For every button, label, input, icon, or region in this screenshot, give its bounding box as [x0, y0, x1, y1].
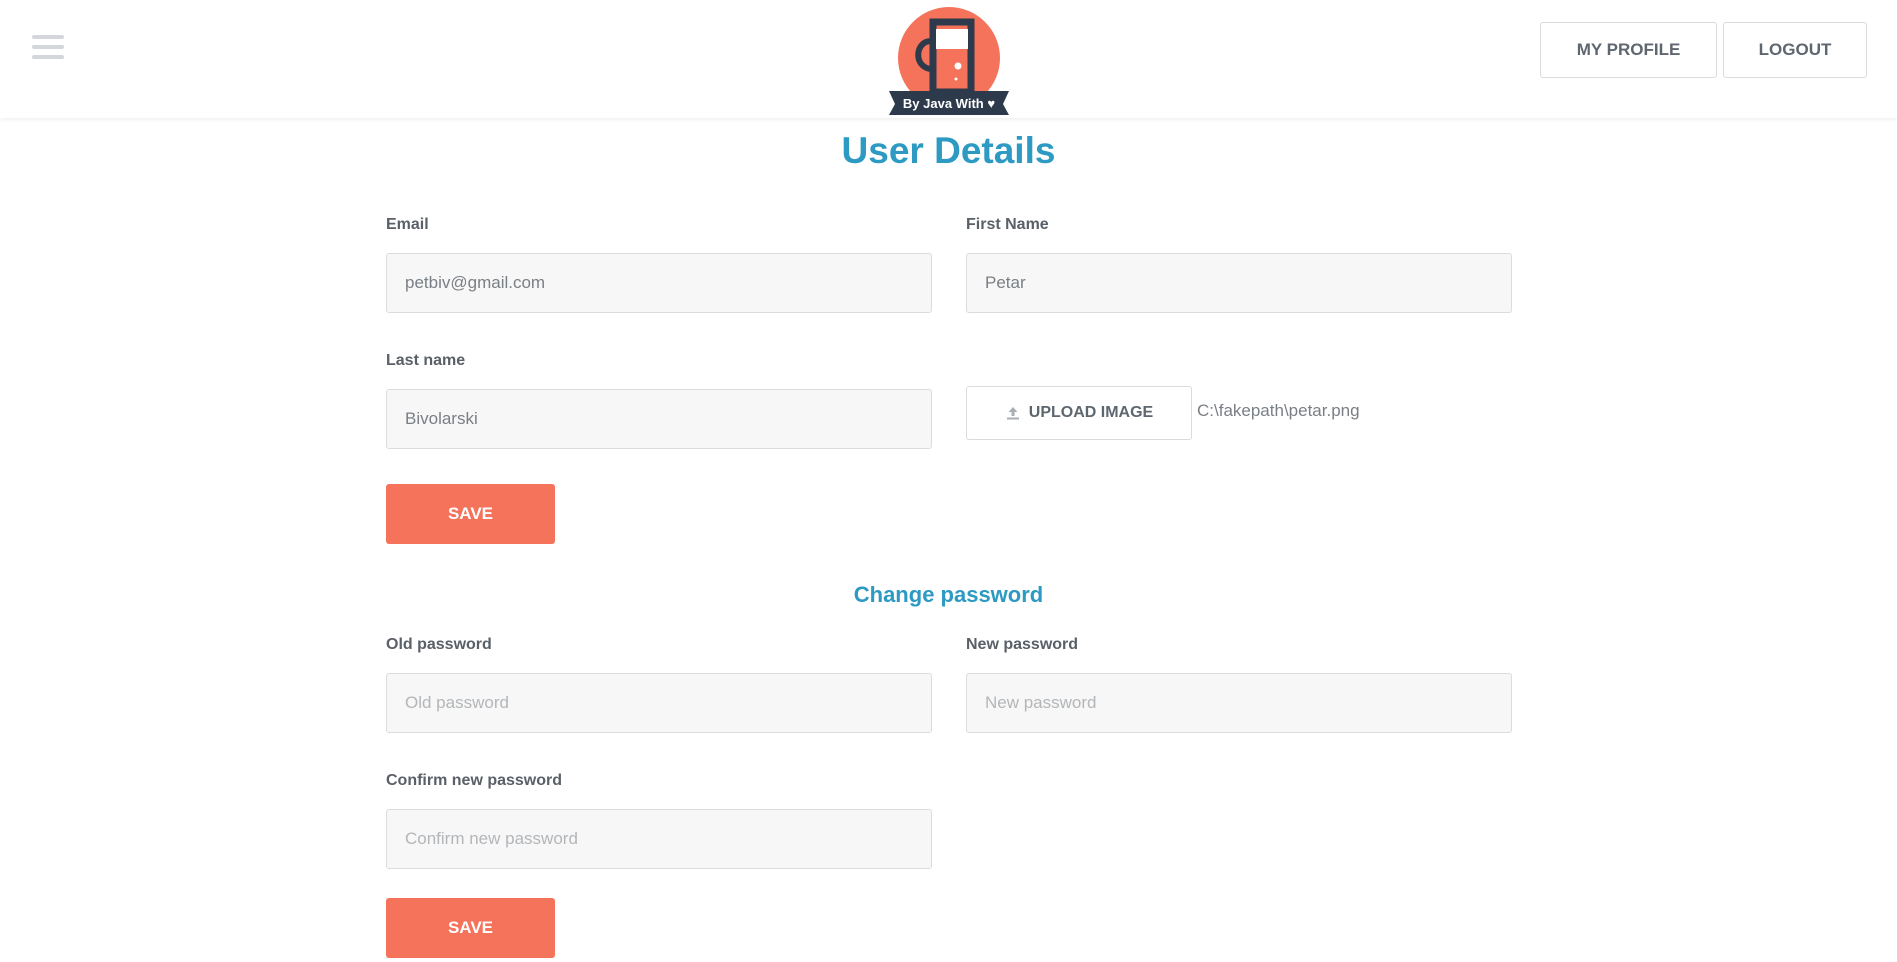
confirm-password-label: Confirm new password — [386, 772, 563, 789]
confirm-password-field[interactable] — [386, 809, 932, 869]
first-name-field[interactable] — [966, 253, 1512, 313]
top-header: By Java With ♥ MY PROFILE LOGOUT — [0, 0, 1897, 118]
upload-icon — [1005, 405, 1021, 421]
first-name-label: First Name — [966, 216, 1049, 233]
page-title: User Details — [841, 130, 1056, 171]
last-name-label: Last name — [386, 352, 466, 369]
logo-graphic: By Java With ♥ — [889, 7, 1009, 115]
site-logo[interactable]: By Java With ♥ — [885, 3, 1013, 115]
save-user-details-button[interactable]: SAVE — [386, 484, 555, 544]
logout-button[interactable]: LOGOUT — [1723, 22, 1867, 78]
old-password-label: Old password — [386, 636, 492, 653]
logo-text: By Java With ♥ — [903, 96, 995, 111]
my-profile-button[interactable]: MY PROFILE — [1540, 22, 1717, 78]
upload-image-button[interactable]: UPLOAD IMAGE — [966, 386, 1192, 440]
email-label: Email — [386, 216, 429, 233]
new-password-label: New password — [966, 636, 1079, 653]
email-field[interactable] — [386, 253, 932, 313]
upload-image-label: UPLOAD IMAGE — [1028, 404, 1154, 421]
hamburger-menu-icon[interactable] — [32, 35, 64, 65]
last-name-field[interactable] — [386, 389, 932, 449]
change-password-title: Change password — [853, 582, 1044, 607]
save-password-button[interactable]: SAVE — [386, 898, 555, 958]
new-password-field[interactable] — [966, 673, 1512, 733]
selected-file-name: C:\fakepath\petar.png — [1197, 401, 1360, 420]
old-password-field[interactable] — [386, 673, 932, 733]
